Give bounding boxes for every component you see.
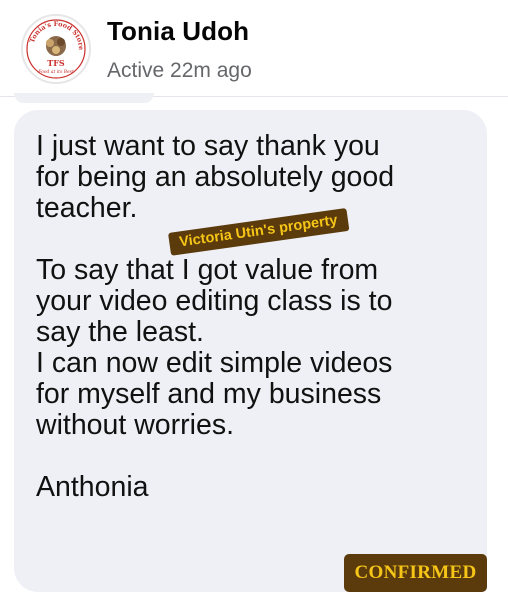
store-logo-icon: Tonia's Food Store TFS Food at its Best: [24, 17, 88, 81]
svg-text:Food at its Best: Food at its Best: [37, 69, 74, 75]
contact-avatar[interactable]: Tonia's Food Store TFS Food at its Best: [21, 14, 91, 84]
previous-message-bubble: [14, 93, 154, 103]
confirmed-badge: CONFIRMED: [344, 554, 487, 592]
contact-name[interactable]: Tonia Udoh: [107, 16, 249, 47]
message-text: I just want to say thank you for being a…: [36, 130, 395, 503]
chat-header: Tonia's Food Store TFS Food at its Best …: [0, 0, 508, 96]
svg-text:TFS: TFS: [47, 58, 65, 68]
active-status: Active 22m ago: [107, 59, 252, 82]
